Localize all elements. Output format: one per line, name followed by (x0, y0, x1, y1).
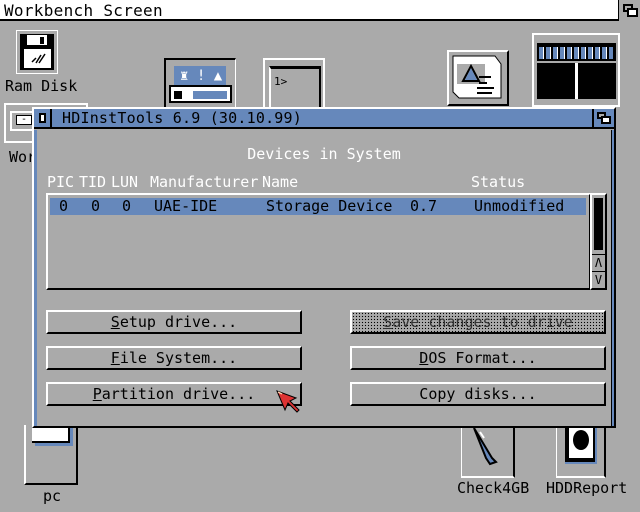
save-hotkey: S (383, 313, 393, 331)
partition-hotkey: P (92, 385, 102, 403)
device-list[interactable]: 0 0 0 UAE-IDE Storage Device 0.7 Unmodif… (46, 193, 591, 290)
cell-tid: 0 (91, 197, 101, 215)
list-scrollbar[interactable]: Λ V (590, 193, 607, 290)
dosformat-hotkey: D (419, 349, 429, 367)
column-header-lun: LUN (111, 173, 139, 191)
check4gb-label[interactable]: Check4GB (457, 479, 529, 497)
scroll-up-button[interactable]: Λ (592, 254, 605, 271)
prefs-tools-icon[interactable]: ♜ ! ▲ (164, 58, 236, 108)
close-icon (39, 113, 46, 123)
depth-front-icon (627, 8, 638, 17)
scroll-down-button[interactable]: V (592, 271, 605, 288)
cell-name: Storage Device (266, 197, 393, 215)
file-system-button[interactable]: File System... (46, 346, 302, 370)
window-left-border (34, 130, 37, 426)
ram-disk-icon[interactable] (15, 29, 59, 75)
depth-front-icon (601, 116, 611, 124)
copy-disks-button[interactable]: Copy disks... (350, 382, 606, 406)
window-depth-gadget[interactable] (592, 109, 614, 127)
floppy-icon (15, 29, 59, 75)
arrow-up-icon: Λ (594, 256, 603, 270)
window-title-bar[interactable]: HDInstTools 6.9 (30.10.99) (34, 109, 614, 129)
screen-title-bar: Workbench Screen (0, 0, 640, 21)
mouse-pointer-icon (276, 390, 300, 413)
monitor-window-icon[interactable] (532, 33, 620, 107)
arrow-down-icon: V (594, 273, 603, 287)
column-header-name: Name (262, 173, 299, 191)
document-triangle-icon (452, 55, 502, 99)
table-row[interactable]: 0 0 0 UAE-IDE Storage Device 0.7 Unmodif… (50, 198, 586, 215)
hddreport-label[interactable]: HDDReport (546, 479, 627, 497)
cell-manufacturer: UAE-IDE (154, 197, 218, 215)
shell-icon[interactable]: 1> (263, 58, 325, 110)
cell-lun: 0 (122, 197, 132, 215)
close-button[interactable] (34, 109, 52, 127)
cell-pic: 0 (59, 197, 69, 215)
check4gb-icon[interactable] (461, 427, 515, 478)
dos-format-button[interactable]: DOS Format... (350, 346, 606, 370)
column-header-tid: TID (79, 173, 107, 191)
screen-depth-gadget[interactable] (618, 0, 640, 21)
partition-drive-button[interactable]: Partition drive... (46, 382, 302, 406)
window-title: HDInstTools 6.9 (30.10.99) (62, 109, 302, 127)
column-header-manufacturer: Manufacturer (150, 173, 259, 191)
setup-hotkey: S (110, 313, 120, 331)
scroll-knob[interactable] (594, 198, 603, 250)
column-header-status: Status (471, 173, 526, 191)
window-right-border (611, 130, 614, 426)
setup-drive-button[interactable]: Setup drive... (46, 310, 302, 334)
devices-heading: Devices in System (247, 145, 401, 163)
hddreport-icon[interactable] (556, 428, 606, 478)
save-changes-button[interactable]: Save changes to drive (350, 310, 606, 334)
cell-status: Unmodified (474, 197, 565, 215)
filesystem-hotkey: F (110, 349, 120, 367)
showconfig-icon[interactable] (447, 50, 509, 106)
screen-title: Workbench Screen (4, 1, 163, 20)
screwdriver-icon (473, 427, 498, 466)
hdinsttools-window: HDInstTools 6.9 (30.10.99) Devices in Sy… (32, 107, 616, 428)
pc-drive-icon[interactable] (24, 425, 78, 485)
column-header-pic: PIC (47, 173, 75, 191)
pc-drive-label[interactable]: pc (43, 487, 61, 505)
cell-revision: 0.7 (410, 197, 438, 215)
ram-disk-label[interactable]: Ram Disk (5, 77, 77, 95)
